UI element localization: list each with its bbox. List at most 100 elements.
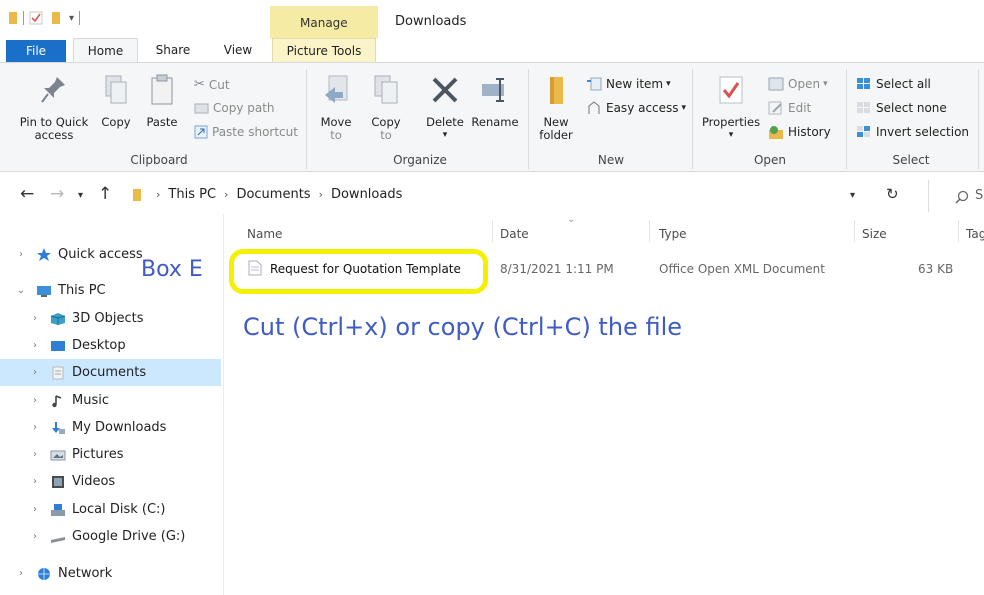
sidebar-item-network[interactable]: › Network [0,560,221,587]
open-icon [768,77,784,91]
new-folder-icon [550,77,563,104]
new-folder-label-2: folder [539,128,573,142]
sidebar-item-pictures[interactable]: › Pictures [0,441,221,468]
invert-selection-icon [857,126,870,137]
address-bar: ← → ▾ ↑ › This PC › Documents › Download… [0,178,984,214]
tab-picture-tools[interactable]: Picture Tools [272,38,376,63]
column-header-date[interactable]: Date [500,227,529,241]
cut-button[interactable]: ✂ Cut [194,77,230,92]
refresh-icon[interactable]: ↻ [886,185,899,203]
column-divider[interactable] [958,220,959,242]
sidebar-item-desktop[interactable]: › Desktop [0,332,221,359]
box-label: Box E [141,257,203,282]
select-all-button[interactable]: Select all [856,77,931,91]
edit-button[interactable]: Edit [768,101,811,115]
quick-access-toolbar: ▾ [8,11,85,25]
computer-icon [36,284,52,298]
copy-to-button[interactable]: Copy to [366,73,406,142]
up-arrow-icon[interactable]: ↑ [98,184,112,204]
column-header-tags[interactable]: Tag [966,227,984,241]
easy-access-button[interactable]: Easy access ▾ [586,101,686,115]
tab-file[interactable]: File [6,40,66,62]
sidebar-item-label: Music [72,393,109,408]
breadcrumb-item-downloads[interactable]: Downloads [331,187,402,202]
chevron-right-icon[interactable]: › [28,395,42,406]
chevron-right-icon[interactable]: › [28,422,42,433]
copy-path-button[interactable]: Copy path [194,101,275,115]
tab-home[interactable]: Home [73,38,138,63]
select-all-icon [857,78,870,89]
sidebar-item-label: Videos [72,474,116,489]
new-item-button[interactable]: New item ▾ [586,77,671,91]
manage-label: Manage [300,16,348,30]
sidebar-item-label: Network [58,566,113,581]
documents-icon [50,366,66,380]
delete-button[interactable]: Delete ▾ [420,73,470,142]
chevron-right-icon[interactable]: › [28,367,42,378]
sidebar-item-label: Pictures [72,447,124,462]
instruction-text: Cut (Ctrl+x) or copy (Ctrl+C) the file [243,313,682,341]
chevron-right-icon[interactable]: › [14,249,28,260]
recent-locations-chevron-icon[interactable]: ▾ [78,190,83,201]
open-button[interactable]: Open ▾ [768,77,828,91]
sidebar-item-local-disk-c[interactable]: › Local Disk (C:) [0,496,221,523]
cut-label: Cut [208,77,230,92]
chevron-right-icon[interactable]: › [28,504,42,515]
move-to-button[interactable]: Move to [316,73,356,142]
sidebar-item-music[interactable]: › Music [0,387,221,414]
sidebar-item-my-downloads[interactable]: › My Downloads [0,414,221,441]
cube-icon [50,312,66,326]
column-header-size[interactable]: Size [862,227,887,241]
breadcrumb-item-this-pc[interactable]: This PC [168,187,216,202]
back-arrow-icon[interactable]: ← [20,184,34,204]
sidebar-item-google-drive-g[interactable]: › Google Drive (G:) [0,523,221,550]
new-folder-qat-icon[interactable] [49,11,63,25]
select-none-button[interactable]: Select none [856,101,947,115]
chevron-down-icon[interactable]: ⌄ [14,285,28,296]
disk-icon [50,503,66,517]
paste-shortcut-button[interactable]: Paste shortcut [194,125,298,139]
history-button[interactable]: History [768,125,831,139]
sidebar-item-label: 3D Objects [72,311,144,326]
pin-to-quick-access-button[interactable]: Pin to Quick access [14,73,94,142]
chevron-right-icon[interactable]: › [28,313,42,324]
chevron-right-icon[interactable]: › [28,476,42,487]
column-divider[interactable] [649,220,650,242]
breadcrumb-item-documents[interactable]: Documents [236,187,310,202]
sidebar-item-documents[interactable]: › Documents [0,359,221,386]
tab-share[interactable]: Share [146,38,200,62]
properties-button[interactable]: Properties ▾ [700,73,762,142]
paste-shortcut-label: Paste shortcut [212,125,298,139]
paste-button[interactable]: Paste [140,73,184,129]
copy-button[interactable]: Copy [96,73,136,129]
chevron-right-icon[interactable]: › [14,568,28,579]
easy-access-label: Easy access [606,101,679,115]
tab-view[interactable]: View [213,38,263,62]
new-folder-button[interactable]: New folder [534,73,578,142]
properties-label: Properties [701,115,761,129]
properties-qat-icon[interactable] [29,11,43,25]
breadcrumb[interactable]: › This PC › Documents › Downloads [132,187,402,202]
sidebar-item-3d-objects[interactable]: › 3D Objects [0,305,221,332]
sidebar-item-label: Documents [72,365,147,380]
invert-selection-button[interactable]: Invert selection [856,125,969,139]
column-divider[interactable] [854,220,855,242]
folder-icon [133,188,141,201]
chevron-right-icon[interactable]: › [28,531,42,542]
properties-dropdown-icon: ▾ [728,130,734,140]
column-header-name[interactable]: Name [247,227,282,241]
rename-button[interactable]: Rename [470,73,520,129]
history-icon [769,126,783,139]
chevron-right-icon[interactable]: › [28,340,42,351]
copy-label: Copy [101,115,131,129]
column-header-type[interactable]: Type [659,227,687,241]
search-input[interactable]: Se [928,180,984,212]
sidebar-item-videos[interactable]: › Videos [0,468,221,495]
new-item-dropdown-icon: ▾ [666,79,671,89]
scissors-icon: ✂ [194,77,205,92]
address-history-chevron-icon[interactable]: ▾ [850,190,855,201]
chevron-right-icon[interactable]: › [28,449,42,460]
column-divider[interactable] [492,220,493,242]
customize-qat-icon[interactable]: ▾ [69,13,74,24]
forward-arrow-icon[interactable]: → [50,184,64,204]
